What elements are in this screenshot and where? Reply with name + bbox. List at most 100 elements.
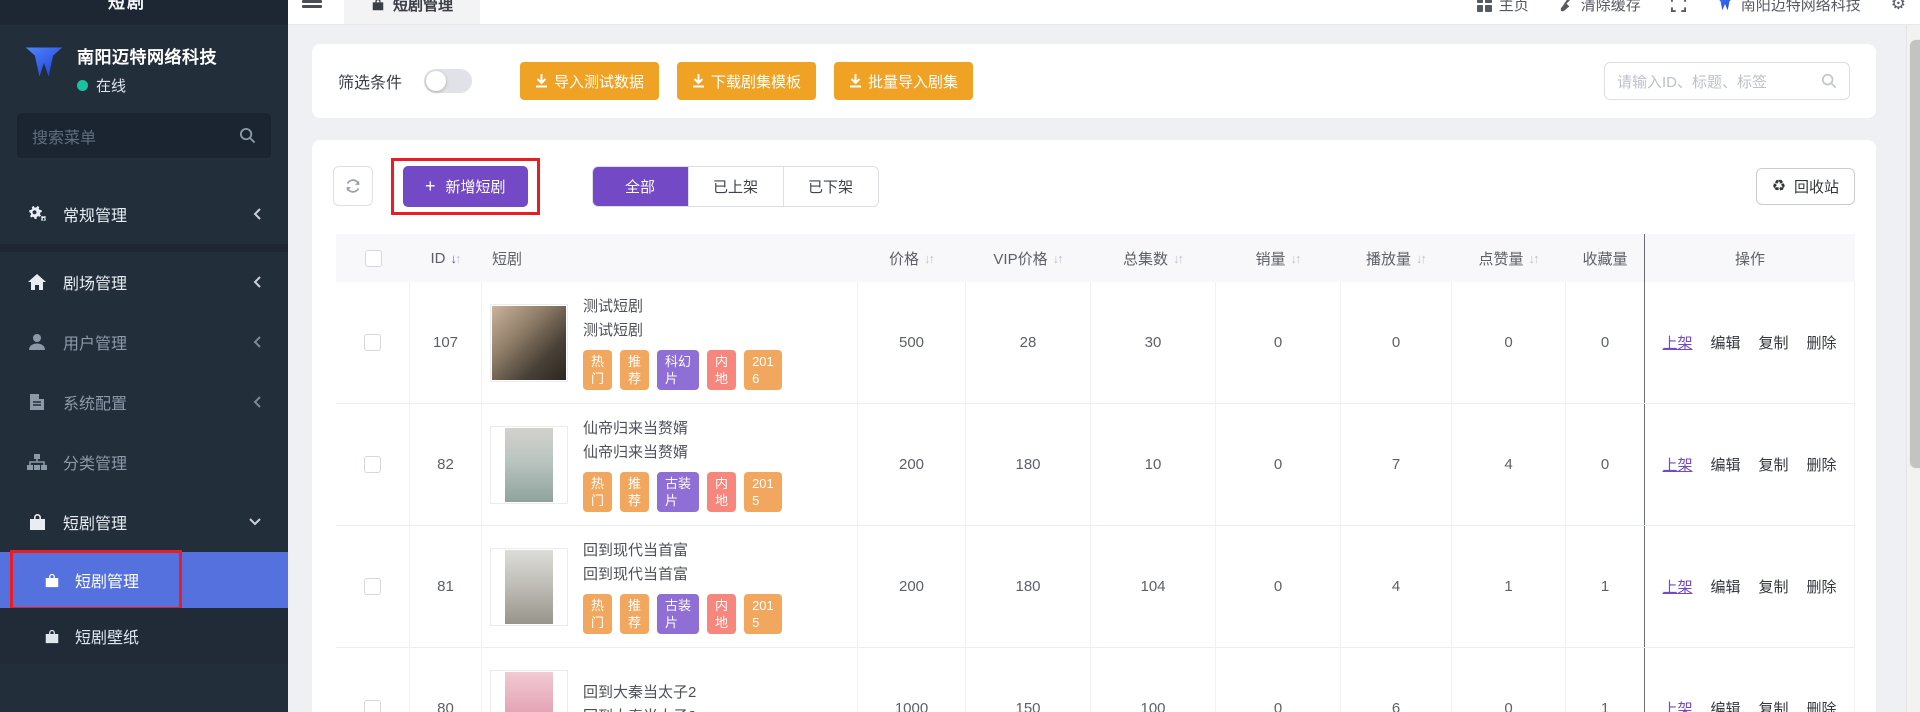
drama-tag: 推 荐 [620, 594, 649, 634]
likes-cell: 0 [1452, 282, 1566, 403]
clear-cache-link[interactable]: 清除缓存 [1559, 0, 1641, 15]
batch-import-episodes-button[interactable]: 批量导入剧集 [834, 62, 973, 100]
submenu-item-drama-wallpaper[interactable]: 短剧壁纸 [0, 608, 288, 664]
sales-cell: 0 [1216, 648, 1341, 712]
sort-icon[interactable]: ↓↑ [924, 251, 935, 266]
chevron-left-icon [252, 395, 262, 409]
drama-tag: 热 门 [583, 472, 612, 512]
search-icon [239, 127, 256, 144]
drama-tag: 热 门 [583, 350, 612, 390]
scrollbar-thumb[interactable] [1909, 39, 1920, 469]
hamburger-menu-icon[interactable] [302, 0, 322, 11]
fullscreen-toggle[interactable] [1671, 0, 1686, 12]
publish-link[interactable]: 上架 [1662, 576, 1692, 597]
publish-link[interactable]: 上架 [1662, 698, 1692, 712]
table-row: 80 回到大秦当太子2 回到大秦当太子2 1000 150 100 0 6 0 … [336, 648, 1855, 712]
card-toolbar: + 新增短剧 全部 已上架 已下架 ♻ 回收站 [333, 158, 1855, 214]
sidebar-item-general-management[interactable]: 常规管理 [0, 184, 288, 244]
drama-submenu: 短剧管理 短剧壁纸 [0, 552, 288, 664]
plays-cell: 6 [1341, 648, 1452, 712]
vip-price-cell: 150 [966, 648, 1091, 712]
delete-link[interactable]: 删除 [1807, 454, 1837, 475]
document-icon [26, 393, 48, 411]
delete-link[interactable]: 删除 [1807, 698, 1837, 712]
sort-icon[interactable]: ↓↑ [451, 251, 462, 266]
drama-title: 仙帝归来当赘婿 [583, 417, 782, 441]
copy-link[interactable]: 复制 [1759, 576, 1789, 597]
menu-search-input[interactable]: 搜索菜单 [17, 113, 271, 158]
vip-price-cell: 28 [966, 282, 1091, 403]
thumbnail-image [505, 672, 553, 712]
edit-link[interactable]: 编辑 [1710, 454, 1740, 475]
row-checkbox[interactable] [364, 456, 381, 473]
drama-tag: 推 荐 [620, 472, 649, 512]
gears-icon [26, 205, 48, 223]
drama-tag: 201 5 [744, 594, 782, 634]
publish-link[interactable]: 上架 [1662, 332, 1692, 353]
tab-all[interactable]: 全部 [593, 167, 688, 206]
submenu-item-drama-management[interactable]: 短剧管理 [0, 552, 288, 608]
publish-link[interactable]: 上架 [1662, 454, 1692, 475]
delete-link[interactable]: 删除 [1807, 576, 1837, 597]
import-test-data-button[interactable]: 导入测试数据 [520, 62, 659, 100]
table-header: ID ↓↑ 短剧 价格↓↑ VIP价格↓↑ 总集数↓↑ 销量↓↑ 播放量↓↑ 点… [336, 234, 1855, 282]
grid-icon [1477, 0, 1492, 12]
thumbnail-image [505, 428, 553, 502]
row-checkbox[interactable] [364, 334, 381, 351]
refresh-button[interactable] [333, 166, 373, 206]
plays-cell: 7 [1341, 404, 1452, 525]
status-filter-tabs: 全部 已上架 已下架 [592, 166, 879, 207]
sort-icon[interactable]: ↓↑ [1291, 251, 1302, 266]
table-row: 107 测试短剧 测试短剧 热 门推 荐科幻 片内 地201 6 500 28 … [336, 282, 1855, 404]
copy-link[interactable]: 复制 [1759, 332, 1789, 353]
price-cell: 200 [858, 404, 966, 525]
delete-link[interactable]: 删除 [1807, 332, 1837, 353]
topbar-active-tab[interactable]: 短剧管理 [344, 0, 480, 25]
topbar: 短剧管理 主页 清除缓存 南阳迈特网络科技 ⚙ [288, 0, 1920, 25]
refresh-icon [344, 177, 362, 195]
brand: 南阳迈特网络科技 在线 [0, 25, 288, 96]
settings-gear-icon[interactable]: ⚙ [1891, 0, 1906, 14]
sort-icon[interactable]: ↓↑ [1053, 251, 1064, 266]
row-checkbox[interactable] [364, 578, 381, 595]
sidebar-item-theater-management[interactable]: 剧场管理 [0, 252, 288, 312]
sidebar-item-drama-management[interactable]: 短剧管理 [0, 492, 288, 552]
edit-link[interactable]: 编辑 [1710, 332, 1740, 353]
drama-tag: 201 5 [744, 472, 782, 512]
likes-cell: 0 [1452, 648, 1566, 712]
sidebar-item-category-management[interactable]: 分类管理 [0, 432, 288, 492]
tab-on-shelf[interactable]: 已上架 [688, 167, 783, 206]
edit-link[interactable]: 编辑 [1710, 576, 1740, 597]
drama-subtitle: 仙帝归来当赘婿 [583, 441, 782, 465]
add-drama-button[interactable]: + 新增短剧 [403, 166, 528, 207]
account-menu[interactable]: 南阳迈特网络科技 [1716, 0, 1861, 15]
table-search-input[interactable]: 请输入ID、标题、标签 [1604, 62, 1850, 100]
bag-icon [371, 0, 385, 12]
sort-icon[interactable]: ↓↑ [1529, 251, 1540, 266]
download-icon [849, 74, 862, 88]
tab-off-shelf[interactable]: 已下架 [783, 167, 878, 206]
episodes-cell: 104 [1091, 526, 1216, 647]
filter-toggle[interactable] [424, 69, 472, 93]
drama-tag: 推 荐 [620, 350, 649, 390]
sidebar-item-user-management[interactable]: 用户管理 [0, 312, 288, 372]
home-icon [26, 273, 48, 291]
sidebar-item-system-config[interactable]: 系统配置 [0, 372, 288, 432]
sidebar: 南阳迈特网络科技 在线 搜索菜单 常规管理 剧场管理 用户管理 [0, 25, 288, 712]
select-all-checkbox[interactable] [365, 250, 382, 267]
download-episode-template-button[interactable]: 下载剧集模板 [677, 62, 816, 100]
filter-card: 筛选条件 导入测试数据 下载剧集模板 批量导入剧集 请输入ID、标题、标签 [312, 44, 1876, 118]
copy-link[interactable]: 复制 [1759, 454, 1789, 475]
recycle-bin-button[interactable]: ♻ 回收站 [1756, 168, 1855, 205]
row-checkbox[interactable] [364, 700, 381, 712]
sort-icon[interactable]: ↓↑ [1173, 251, 1184, 266]
drama-id: 107 [410, 282, 482, 403]
edit-link[interactable]: 编辑 [1710, 698, 1740, 712]
copy-link[interactable]: 复制 [1759, 698, 1789, 712]
home-link[interactable]: 主页 [1477, 0, 1529, 15]
sort-icon[interactable]: ↓↑ [1416, 251, 1427, 266]
table-row: 82 仙帝归来当赘婿 仙帝归来当赘婿 热 门推 荐古装 片内 地201 5 20… [336, 404, 1855, 526]
drama-tags: 热 门推 荐科幻 片内 地201 6 [583, 350, 782, 390]
main-content: 筛选条件 导入测试数据 下载剧集模板 批量导入剧集 请输入ID、标题、标签 [288, 25, 1920, 712]
vertical-scrollbar[interactable] [1906, 25, 1920, 712]
